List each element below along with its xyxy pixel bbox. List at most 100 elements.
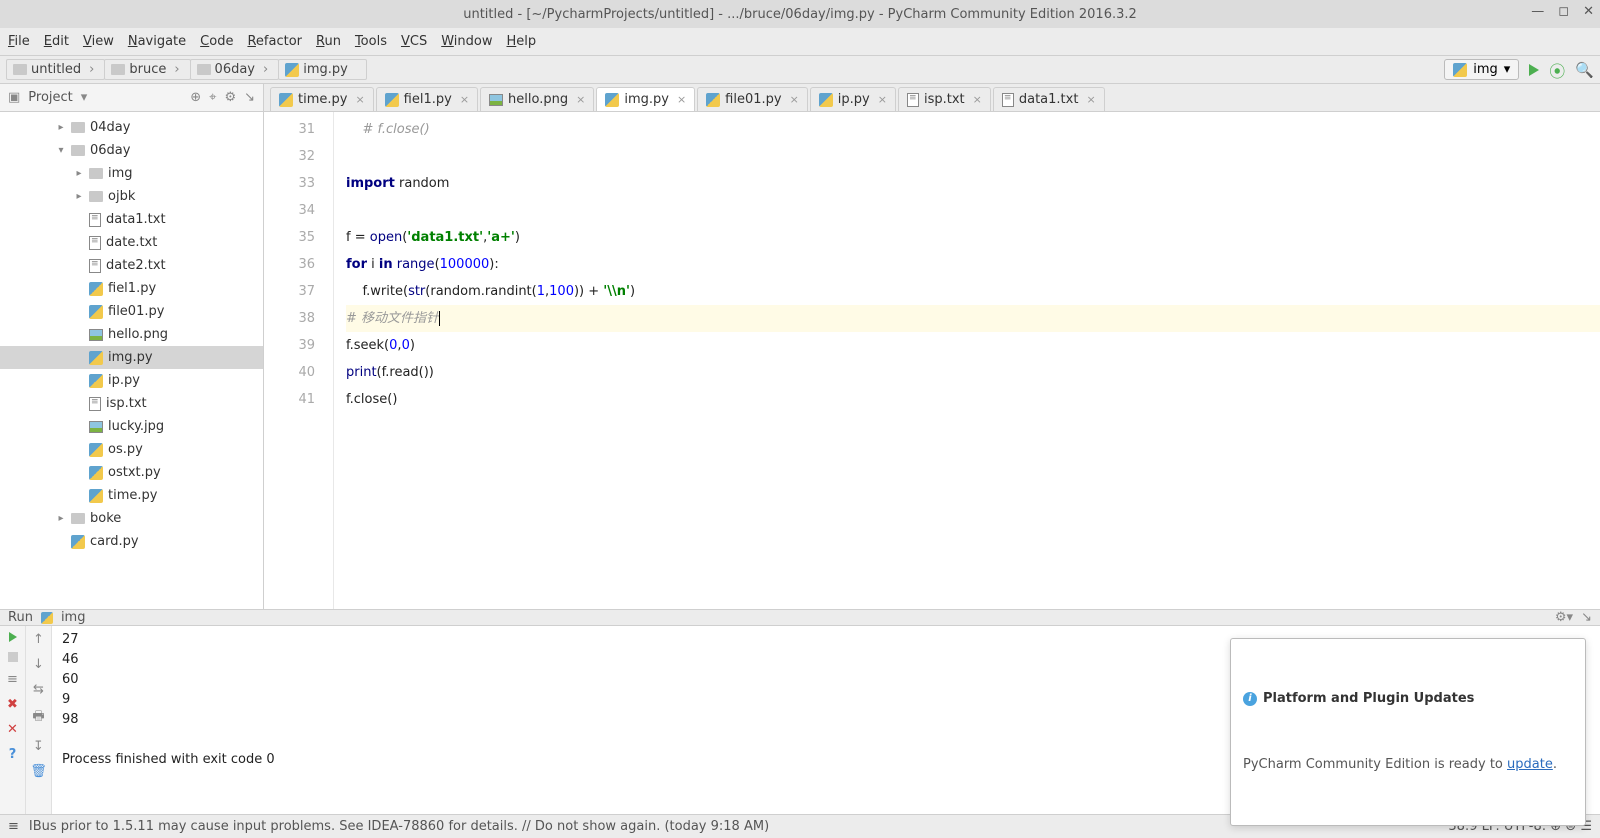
tree-node[interactable]: ▸ boke	[0, 507, 263, 530]
run-header: Run img ⚙▾ ↘	[0, 610, 1600, 626]
hide-icon[interactable]: ↘	[1581, 610, 1592, 625]
chevron-down-icon[interactable]: ▾	[81, 90, 88, 105]
editor-tab[interactable]: file01.py×	[697, 87, 808, 111]
gear-icon[interactable]: ⚙▾	[1555, 610, 1573, 625]
run-config-selector[interactable]: img ▾	[1444, 59, 1519, 80]
run-title: Run	[8, 610, 33, 625]
breadcrumb-item[interactable]: 06day	[190, 59, 280, 80]
tree-arrow-icon[interactable]: ▸	[74, 168, 84, 179]
tree-node[interactable]: card.py	[0, 530, 263, 553]
tree-node[interactable]: ▸img	[0, 162, 263, 185]
python-icon	[89, 466, 103, 480]
tree-label: file01.py	[108, 304, 164, 319]
close-tab-icon[interactable]: ×	[355, 93, 364, 106]
debug-button[interactable]: ⦿	[1549, 58, 1565, 82]
collapse-all-icon[interactable]: ⊕	[190, 90, 201, 105]
tree-node[interactable]: lucky.jpg	[0, 415, 263, 438]
close-tab-icon[interactable]: ×	[973, 93, 982, 106]
editor-tab[interactable]: isp.txt×	[898, 87, 991, 111]
wrap-icon[interactable]: ⇆	[33, 682, 44, 697]
locate-icon[interactable]: ⌖	[209, 90, 216, 105]
statusbar-icon[interactable]: ≡	[8, 819, 19, 834]
run-output[interactable]: 27 46 60 9 98 Process finished with exit…	[52, 626, 1600, 834]
window-maximize-icon[interactable]: ◻	[1558, 4, 1569, 19]
window-titlebar: untitled - [~/PycharmProjects/untitled] …	[0, 0, 1600, 28]
close-tab-icon[interactable]: ×	[1086, 93, 1095, 106]
rerun-button[interactable]	[9, 632, 17, 642]
menu-refactor[interactable]: Refactor	[247, 34, 302, 49]
close-tab-icon[interactable]: ×	[878, 93, 887, 106]
tree-node[interactable]: ip.py	[0, 369, 263, 392]
python-icon	[41, 612, 53, 624]
python-icon	[89, 374, 103, 388]
tree-node[interactable]: ▸04day	[0, 116, 263, 139]
trash-icon[interactable]: 🗑	[30, 764, 47, 779]
project-tree[interactable]: ▸04day ▾ 06day ▸img▸ojbkdata1.txtdate.txtda…	[0, 112, 263, 609]
menu-help[interactable]: Help	[507, 34, 537, 49]
editor-tab[interactable]: hello.png×	[480, 87, 594, 111]
menu-code[interactable]: Code	[200, 34, 233, 49]
editor-tab[interactable]: time.py×	[270, 87, 374, 111]
close-tab-icon[interactable]: ×	[677, 93, 686, 106]
tree-node[interactable]: os.py	[0, 438, 263, 461]
menu-file[interactable]: File	[8, 34, 30, 49]
menu-view[interactable]: View	[83, 34, 114, 49]
folder-icon	[71, 122, 85, 133]
menu-window[interactable]: Window	[441, 34, 492, 49]
breadcrumb-item[interactable]: img.py	[278, 59, 367, 80]
editor-tab[interactable]: ip.py×	[810, 87, 896, 111]
tree-arrow-icon[interactable]: ▾	[56, 145, 66, 156]
tree-node[interactable]: file01.py	[0, 300, 263, 323]
window-close-icon[interactable]: ✕	[1583, 4, 1594, 19]
tree-node[interactable]: date2.txt	[0, 254, 263, 277]
tree-node[interactable]: isp.txt	[0, 392, 263, 415]
editor-tab[interactable]: fiel1.py×	[376, 87, 478, 111]
tree-label: 06day	[90, 143, 130, 158]
tree-node[interactable]: ▾ 06day	[0, 139, 263, 162]
pause-icon[interactable]: ≡	[7, 672, 18, 687]
toolwindow-title: Project	[28, 90, 72, 105]
python-icon	[706, 93, 720, 107]
tree-arrow-icon[interactable]: ▸	[74, 191, 84, 202]
editor-tab[interactable]: data1.txt×	[993, 87, 1105, 111]
tree-node[interactable]: hello.png	[0, 323, 263, 346]
menu-run[interactable]: Run	[316, 34, 341, 49]
tree-node[interactable]: date.txt	[0, 231, 263, 254]
tree-label: boke	[90, 511, 121, 526]
menu-tools[interactable]: Tools	[355, 34, 387, 49]
hide-icon[interactable]: ↘	[244, 90, 255, 105]
menu-vcs[interactable]: VCS	[401, 34, 427, 49]
print-icon[interactable]: 🖶	[32, 707, 44, 729]
run-button[interactable]	[1529, 64, 1539, 76]
window-minimize-icon[interactable]: —	[1531, 4, 1544, 19]
tree-node[interactable]: data1.txt	[0, 208, 263, 231]
tree-node[interactable]: ostxt.py	[0, 461, 263, 484]
update-link[interactable]: update	[1507, 757, 1553, 772]
tree-node[interactable]: ▸ojbk	[0, 185, 263, 208]
menu-navigate[interactable]: Navigate	[128, 34, 186, 49]
close-tab-icon[interactable]: ×	[576, 93, 585, 106]
close-tab-icon[interactable]: ×	[790, 93, 799, 106]
close-tab-icon[interactable]: ×	[460, 93, 469, 106]
down-icon[interactable]: ↓	[33, 657, 44, 672]
gear-icon[interactable]: ⚙	[224, 90, 236, 105]
help-icon[interactable]: ?	[9, 747, 17, 762]
close-icon[interactable]: ✕	[7, 722, 18, 737]
tree-arrow-icon[interactable]: ▸	[56, 122, 66, 133]
tree-arrow-icon[interactable]: ▸	[56, 513, 66, 524]
tree-node[interactable]: fiel1.py	[0, 277, 263, 300]
tree-node[interactable]: time.py	[0, 484, 263, 507]
breadcrumb-item[interactable]: untitled	[6, 59, 105, 80]
code-editor[interactable]: 3132333435363738394041 # f.close() impor…	[264, 112, 1600, 609]
image-icon	[489, 94, 503, 106]
search-icon[interactable]: 🔍	[1575, 61, 1594, 79]
stop-button[interactable]	[8, 652, 18, 662]
tree-node[interactable]: img.py	[0, 346, 263, 369]
editor-tab[interactable]: img.py×	[596, 87, 695, 111]
pin-icon[interactable]: ✖	[7, 697, 18, 712]
up-icon[interactable]: ↑	[33, 632, 44, 647]
breadcrumb-item[interactable]: bruce	[104, 59, 190, 80]
code-content[interactable]: # f.close() import random f = open('data…	[334, 112, 1600, 609]
scroll-icon[interactable]: ↧	[33, 739, 44, 754]
menu-edit[interactable]: Edit	[44, 34, 69, 49]
